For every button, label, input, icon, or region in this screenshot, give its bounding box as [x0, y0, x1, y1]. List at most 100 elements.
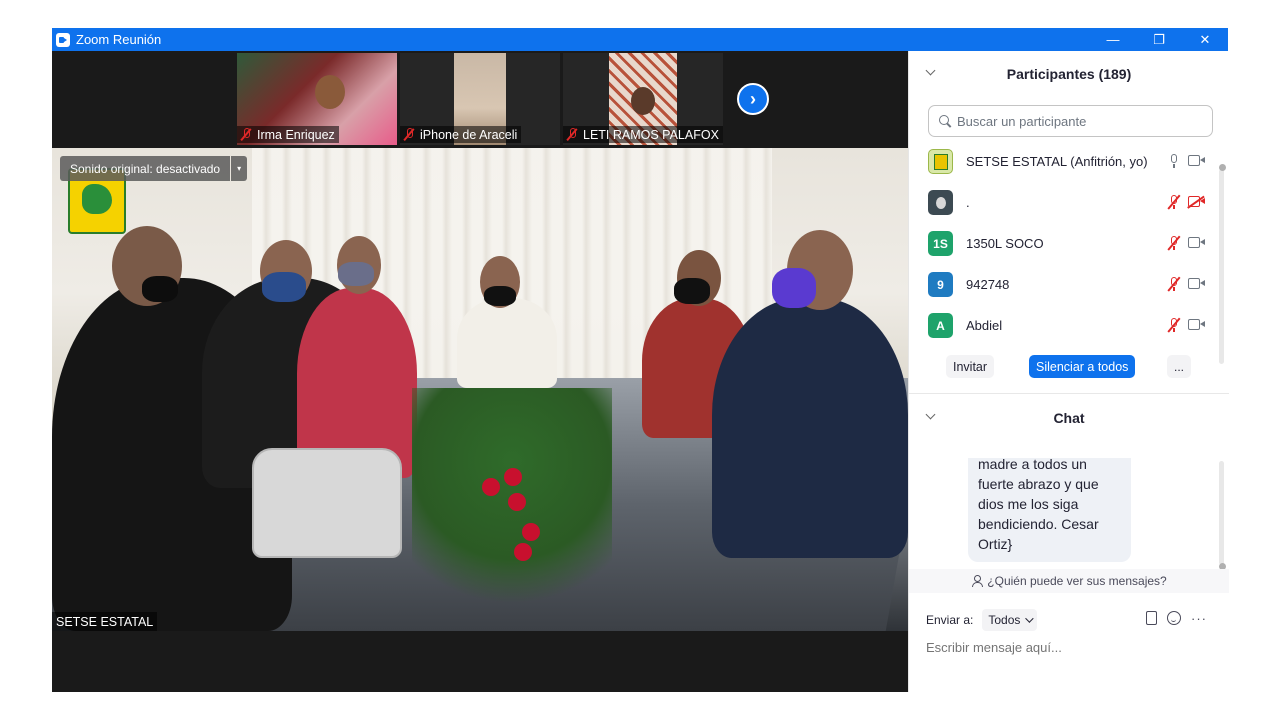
thumbnail-name: LETI RAMOS PALAFOX — [583, 127, 719, 142]
chat-message-line: madre a todos un — [978, 458, 1087, 472]
chat-scrollbar[interactable] — [1219, 461, 1224, 565]
person-figure — [457, 298, 557, 388]
mic-muted-icon — [567, 128, 577, 141]
participant-row[interactable]: SETSE ESTATAL (Anfitrión, yo) — [909, 141, 1221, 182]
mute-all-button[interactable]: Silenciar a todos — [1029, 355, 1136, 378]
original-sound-label[interactable]: Sonido original: desactivado — [60, 156, 231, 181]
video-camera-off-icon[interactable] — [1188, 196, 1206, 207]
participant-name: Abdiel — [966, 318, 1003, 333]
participants-header: Participantes (189) — [909, 51, 1229, 97]
ornament — [504, 468, 522, 486]
section-divider — [909, 393, 1229, 394]
microphone-icon[interactable] — [1167, 153, 1181, 169]
recipient-dropdown[interactable]: Todos — [982, 609, 1038, 631]
chevron-down-icon[interactable] — [1025, 614, 1035, 623]
person-figure — [712, 298, 908, 558]
video-camera-icon[interactable] — [1188, 319, 1206, 330]
thumbnail-strip: Irma Enriquez iPhone de Araceli LETI RAM… — [52, 51, 908, 147]
minimize-button[interactable]: — — [1090, 28, 1136, 51]
side-panel: Participantes (189) Buscar un participan… — [908, 51, 1229, 692]
participant-search-box[interactable]: Buscar un participante — [928, 105, 1213, 137]
participant-thumbnail[interactable]: Irma Enriquez — [237, 53, 397, 145]
participant-row[interactable]: . — [909, 182, 1221, 223]
video-camera-icon[interactable] — [1188, 237, 1206, 248]
emoji-icon[interactable] — [1167, 611, 1181, 625]
close-button[interactable]: ✕ — [1182, 28, 1228, 51]
participant-thumbnail[interactable]: LETI RAMOS PALAFOX — [563, 53, 723, 145]
scrollbar-thumb[interactable] — [1219, 164, 1226, 171]
window-title: Zoom Reunión — [76, 32, 162, 47]
person-icon — [971, 575, 984, 587]
chat-tools: ··· — [1146, 611, 1207, 625]
avatar — [928, 190, 953, 215]
more-options-icon[interactable]: ··· — [1191, 612, 1207, 625]
video-camera-icon[interactable] — [1188, 155, 1206, 166]
chat-message-line: Ortiz} — [978, 536, 1013, 552]
participant-name: SETSE ESTATAL (Anfitrión, yo) — [966, 154, 1148, 169]
video-area: Irma Enriquez iPhone de Araceli LETI RAM… — [52, 51, 908, 692]
invite-button[interactable]: Invitar — [946, 355, 995, 378]
next-page-arrow-icon[interactable]: › — [737, 83, 769, 115]
participant-scrollbar[interactable] — [1219, 169, 1224, 364]
thumbnail-name: iPhone de Araceli — [420, 127, 518, 142]
title-bar: Zoom Reunión — ❐ ✕ — [52, 28, 1228, 51]
search-icon — [939, 114, 952, 128]
microphone-muted-icon[interactable] — [1167, 235, 1181, 251]
chat-message-line: bendiciendo. Cesar — [978, 516, 1099, 532]
participant-row[interactable]: 9 942748 — [909, 264, 1221, 305]
restore-button[interactable]: ❐ — [1136, 28, 1182, 51]
participant-name: 1350L SOCO — [966, 236, 1044, 251]
window-controls: — ❐ ✕ — [1090, 28, 1228, 51]
search-input[interactable]: Buscar un participante — [957, 114, 1086, 129]
face-mask — [262, 272, 306, 302]
who-can-see-label[interactable]: ¿Quién puede ver sus mensajes? — [987, 574, 1166, 588]
send-to-row: Enviar a: Todos ··· — [909, 606, 1229, 634]
microphone-muted-icon[interactable] — [1167, 194, 1181, 210]
chevron-down-icon[interactable] — [925, 67, 935, 77]
microphone-muted-icon[interactable] — [1167, 317, 1181, 333]
chat-title: Chat — [1053, 410, 1085, 426]
file-icon[interactable] — [1146, 611, 1157, 625]
face-mask — [142, 276, 178, 302]
participant-row[interactable]: A Abdiel — [909, 305, 1221, 341]
participant-thumbnail[interactable]: iPhone de Araceli — [400, 53, 560, 145]
chat-message-bubble: madre a todos un fuerte abrazo y que dio… — [968, 458, 1131, 562]
thumbnail-name: Irma Enriquez — [257, 127, 335, 142]
participant-list: SETSE ESTATAL (Anfitrión, yo) . 1S 1350L… — [909, 141, 1221, 341]
face-mask — [484, 286, 516, 306]
zoom-logo-icon — [56, 32, 70, 47]
chat-message-input[interactable] — [926, 637, 1216, 657]
participant-name: 942748 — [966, 277, 1010, 292]
zoom-window: Zoom Reunión — ❐ ✕ Irma Enriquez iPhone — [52, 28, 1229, 692]
ornament — [508, 493, 526, 511]
ornament — [522, 523, 540, 541]
active-speaker-video: Sonido original: desactivado ▾ SETSE EST… — [52, 148, 908, 631]
avatar — [928, 149, 953, 174]
participants-title: Participantes (189) — [1006, 66, 1132, 82]
participant-row[interactable]: 1S 1350L SOCO — [909, 223, 1221, 264]
send-to-label: Enviar a: — [926, 613, 974, 627]
avatar: 1S — [928, 231, 953, 256]
video-camera-icon[interactable] — [1188, 278, 1206, 289]
thumbnail-label: iPhone de Araceli — [400, 126, 522, 143]
microphone-muted-icon[interactable] — [1167, 276, 1181, 292]
original-sound-toggle[interactable]: Sonido original: desactivado ▾ — [60, 156, 248, 181]
ornament — [514, 543, 532, 561]
participant-name: . — [966, 195, 970, 210]
original-sound-dropdown-icon[interactable]: ▾ — [231, 156, 248, 181]
ornament — [482, 478, 500, 496]
speaker-name-tag: SETSE ESTATAL — [52, 612, 158, 631]
participant-face — [315, 75, 345, 109]
participant-face — [631, 87, 655, 115]
organization-logo-icon — [933, 153, 948, 170]
profile-photo — [935, 196, 946, 209]
face-mask — [338, 262, 374, 286]
mic-muted-icon — [404, 128, 414, 141]
more-options-button[interactable]: ... — [1167, 355, 1191, 378]
face-mask — [674, 278, 710, 304]
who-can-see-messages-link[interactable]: ¿Quién puede ver sus mensajes? — [909, 569, 1229, 593]
chat-message-line: dios me los siga — [978, 496, 1079, 512]
chat-header: Chat — [909, 395, 1229, 441]
chevron-down-icon[interactable] — [925, 411, 935, 421]
recipient-value[interactable]: Todos — [988, 613, 1020, 627]
